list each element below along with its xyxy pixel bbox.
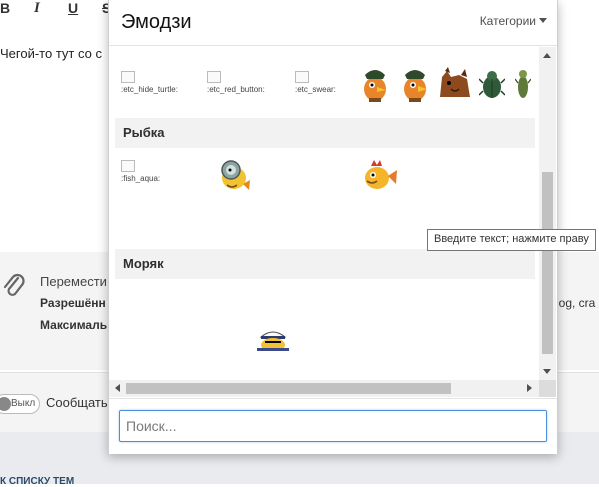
allowed-types-label: Разрешённ [40,296,106,310]
notify-toggle[interactable]: Выкл [0,394,40,414]
emoji-alt-text: :fish_aqua: [121,174,161,183]
paperclip-icon[interactable] [2,272,26,302]
vertical-scrollbar[interactable] [539,47,556,380]
popup-title: Эмодзи [121,11,192,33]
vertical-scroll-thumb[interactable] [542,172,553,354]
broken-image-icon [207,71,221,83]
emoji-row: :fish_aqua: [115,148,535,228]
editor-text: Чегой-то тут со с [0,46,102,61]
emoji-search-input[interactable] [119,410,547,442]
emoji-alt-text: :etc_red_button: [207,85,265,94]
pirate-bird-sticker[interactable] [359,65,391,103]
categories-dropdown[interactable]: Категории [480,14,547,28]
emoji-item[interactable]: :fish_aqua: [121,160,160,183]
sailor-sticker[interactable] [255,327,291,351]
search-bar [109,398,557,454]
scrollbar-corner [539,380,556,397]
back-to-topics-link[interactable]: К СПИСКУ ТЕМ [0,476,74,487]
beetle-sticker[interactable] [479,69,505,101]
toggle-knob [0,397,11,411]
broken-image-icon [295,71,309,83]
emoji-item[interactable]: :etc_red_button: [207,71,265,94]
notify-label: Сообщать [46,395,108,410]
max-size-label: Максималь [40,318,108,332]
emoji-alt-text: :etc_hide_turtle: [121,85,178,94]
emoji-item[interactable]: :etc_swear: [295,71,336,94]
chevron-down-icon [539,18,547,23]
underline-button[interactable]: U [68,0,78,18]
bold-button[interactable]: B [0,0,10,18]
emoji-alt-text: :etc_swear: [295,85,336,94]
horizontal-scrollbar[interactable] [109,380,539,397]
fish-rooster-sticker[interactable] [363,160,397,192]
emoji-scroll-area[interactable]: :etc_hide_turtle: :etc_red_button: :etc_… [109,47,557,397]
emoji-content: :etc_hide_turtle: :etc_red_button: :etc_… [115,47,535,382]
scroll-left-icon[interactable] [115,384,120,392]
fish-diver-sticker[interactable] [219,158,251,192]
emoji-item[interactable]: :etc_hide_turtle: [121,71,178,94]
horse-sticker[interactable] [437,67,473,101]
toggle-state-label: Выкл [11,398,36,409]
bug-sticker[interactable] [515,67,531,101]
broken-image-icon [121,71,135,83]
allowed-types-value: log, cra [556,296,596,310]
emoji-row: :etc_hide_turtle: :etc_red_button: :etc_… [115,61,535,111]
categories-label: Категории [479,14,536,28]
scroll-right-icon[interactable] [527,384,532,392]
horizontal-scroll-thumb[interactable] [126,383,451,394]
scroll-up-icon[interactable] [543,53,551,58]
italic-button[interactable]: I [34,0,40,18]
emoji-popup: Эмодзи Категории :etc_hide_turtle: :etc_… [108,0,558,454]
tooltip: Введите текст; нажмите праву [427,229,596,251]
pirate-bird-sticker-2[interactable] [399,65,431,103]
popup-header: Эмодзи Категории [109,0,557,46]
broken-image-icon [121,160,135,172]
category-header-sailor: Моряк [115,249,535,279]
attach-hint: Перемести [40,274,107,289]
scroll-down-icon[interactable] [543,369,551,374]
category-header-fish: Рыбка [115,118,535,148]
emoji-row [115,279,535,369]
